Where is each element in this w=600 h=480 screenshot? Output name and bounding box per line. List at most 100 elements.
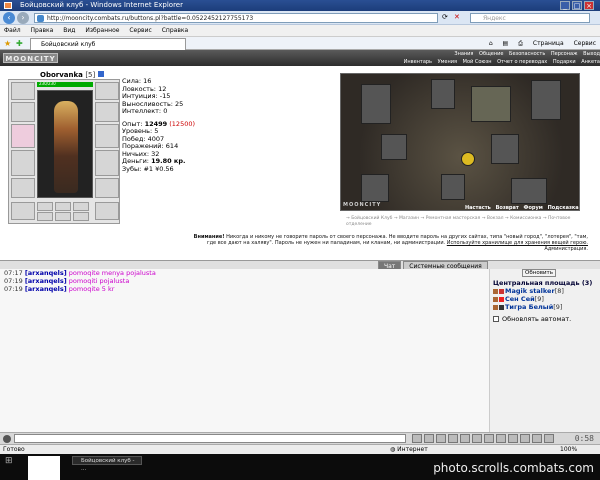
print-icon[interactable]: ⎙ [518,40,523,47]
slot-rune-6[interactable] [73,212,89,221]
smiles-button[interactable] [412,434,422,443]
add-favorite-icon[interactable]: ✚ [16,39,23,48]
browser-status-bar: Готово ◍ Интернет 100% [0,444,600,454]
slot-amulet[interactable] [11,102,35,122]
nav-inventory[interactable]: Инвентарь [404,59,432,65]
menu-edit[interactable]: Правка [31,27,54,34]
back-button[interactable]: ‹ [3,12,15,24]
start-icon[interactable]: ⊞ [5,456,13,466]
slot-rune-4[interactable] [37,212,53,221]
nav-profile[interactable]: Анкета [581,59,600,65]
filter-button[interactable] [436,434,446,443]
player-marker-icon[interactable] [461,152,475,166]
slot-earrings[interactable] [11,82,35,100]
user-row[interactable]: Сен Сей[9] [493,295,544,303]
menu-favorites[interactable]: Избранное [85,27,119,34]
chat-input[interactable] [14,434,406,443]
message-nick[interactable]: [arxanqels] [25,285,67,293]
building-repair[interactable] [491,134,519,164]
sound-button[interactable] [472,434,482,443]
refresh-button[interactable]: Обновить [522,269,556,277]
building-post[interactable] [441,174,465,200]
private-button[interactable] [484,434,494,443]
menu-file[interactable]: Файл [4,27,21,34]
building-commission[interactable] [511,178,547,204]
map-nav-forum[interactable]: Форум [524,205,543,211]
options-button[interactable] [460,434,470,443]
feeds-icon[interactable]: ▤ [503,40,509,47]
user-name[interactable]: Сен Сей [505,295,535,303]
building-club[interactable] [471,86,511,122]
user-row[interactable]: Тигра Белый[9] [493,303,562,311]
city-map[interactable]: MOONCITY [340,73,580,211]
translit-button[interactable] [448,434,458,443]
nav-transfers[interactable]: Отчет о переводах [497,59,547,65]
home-icon[interactable]: ⌂ [489,40,493,47]
nav-exit[interactable]: Выход [583,51,600,57]
map-nav-return[interactable]: Возврат [496,205,519,211]
close-button[interactable]: × [584,1,594,10]
refresh-icon[interactable]: ⟳ [442,13,448,21]
forward-button[interactable]: › [17,12,29,24]
nav-knowledge[interactable]: Знания [454,51,473,57]
user-row[interactable]: Magik stalker[8] [493,287,564,295]
slot-belt[interactable] [11,178,35,198]
nav-communication[interactable]: Общение [479,51,503,57]
slot-rune-1[interactable] [37,202,53,211]
map-nav-help[interactable]: Подсказка [548,205,579,211]
slot-weapon[interactable] [11,124,35,148]
slot-boots[interactable] [95,178,119,198]
tools-menu[interactable]: Сервис [574,40,596,47]
building-station[interactable] [361,174,389,202]
user-name[interactable]: Magik stalker [505,287,555,295]
nav-security[interactable]: Безопасность [509,51,545,57]
slot-armor[interactable] [11,150,35,176]
message-nick[interactable]: [arxanqels] [25,269,67,277]
log-button[interactable] [532,434,542,443]
favorites-star-icon[interactable]: ★ [4,39,11,48]
info-icon[interactable] [97,71,104,77]
ie-icon [4,2,12,9]
send-icon[interactable] [3,435,11,443]
slot-helmet[interactable] [95,82,119,100]
slot-gloves[interactable] [95,150,119,176]
menu-view[interactable]: Вид [63,27,75,34]
building-hall[interactable] [531,80,561,120]
nav-union[interactable]: Мой Союзн [463,59,492,65]
slot-shield[interactable] [95,124,119,148]
minimize-button[interactable]: _ [560,1,570,10]
slot-ring-1[interactable] [11,202,35,220]
nav-skills[interactable]: Умения [438,59,457,65]
taskbar-item[interactable]: Бойцовский клуб - ... [72,456,142,472]
scroll-button[interactable] [520,434,530,443]
building-shop[interactable] [381,134,407,160]
address-bar[interactable]: http://mooncity.combats.ru/buttons.pl?ba… [34,13,438,23]
slot-ring-2[interactable] [95,202,119,220]
slot-rune-5[interactable] [55,212,71,221]
slot-rune-2[interactable] [55,202,71,211]
maximize-button[interactable]: □ [572,1,582,10]
clear-button[interactable] [424,434,434,443]
auto-update-checkbox[interactable]: Обновлять автомат. [493,315,571,323]
building-tower[interactable] [361,84,391,124]
slot-rune-3[interactable] [73,202,89,211]
menu-help[interactable]: Справка [162,27,188,34]
nav-character[interactable]: Персонаж [551,51,578,57]
nav-gifts[interactable]: Подарки [553,59,576,65]
location-links[interactable]: → Бойцовский Клуб → Магазин → Ремонтная … [346,216,582,228]
chat-log[interactable]: 07:17 [arxanqels] pomoqite menya pojalus… [0,269,490,432]
map-button[interactable] [544,434,554,443]
building-castle[interactable] [431,79,455,109]
browser-tab[interactable]: Бойцовский клуб [30,38,186,50]
exit-chat-button[interactable] [496,434,506,443]
page-menu[interactable]: Страница [533,40,564,47]
message-nick[interactable]: [arxanqels] [25,277,67,285]
map-nav-attack[interactable]: Настасть [465,205,491,211]
help-button[interactable] [508,434,518,443]
slot-bracers[interactable] [95,102,119,122]
menu-tools[interactable]: Сервис [129,27,151,34]
user-name[interactable]: Тигра Белый [505,303,553,311]
stop-icon[interactable]: ✕ [454,13,460,21]
checkbox-box[interactable] [493,316,499,322]
search-input[interactable]: Яндекс [470,13,590,23]
